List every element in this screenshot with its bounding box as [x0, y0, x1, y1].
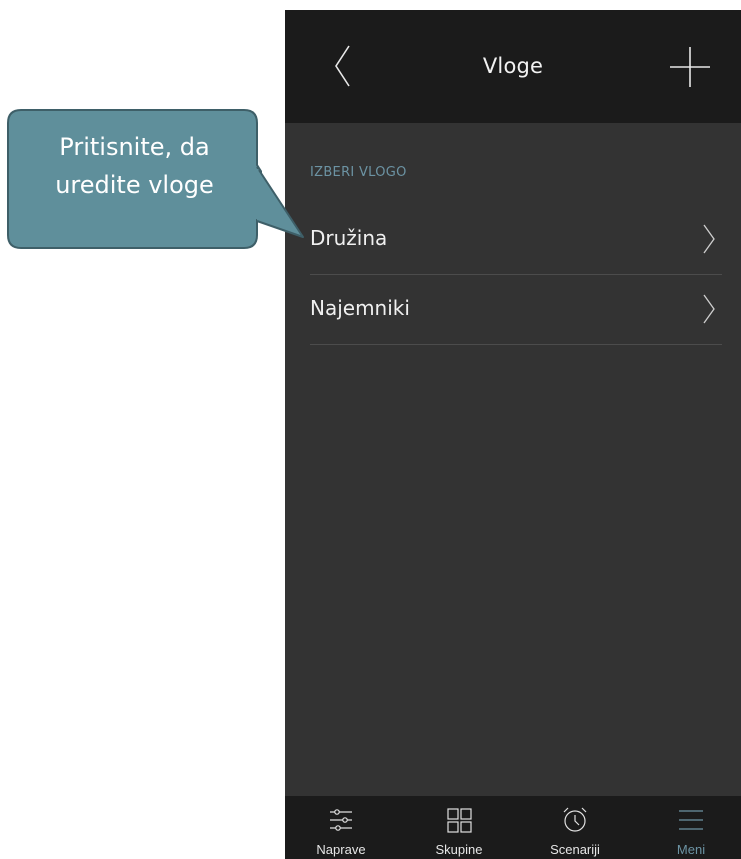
- tab-meni[interactable]: Meni: [641, 796, 741, 859]
- role-label: Najemniki: [310, 296, 410, 320]
- tab-scenariji[interactable]: Scenariji: [525, 796, 625, 859]
- tab-label: Meni: [676, 842, 706, 857]
- section-label: IZBERI VLOGO: [310, 165, 407, 180]
- menu-icon: [679, 810, 703, 830]
- plus-icon: [670, 47, 710, 87]
- tooltip-text: Pritisnite, da uredite vloge: [7, 128, 262, 204]
- role-label: Družina: [310, 226, 388, 250]
- tab-naprave[interactable]: Naprave: [291, 796, 391, 859]
- top-bar: Vloge: [285, 10, 741, 123]
- tooltip-line-2: uredite vloge: [55, 171, 214, 199]
- tab-label: Naprave: [316, 842, 366, 857]
- list-item-role[interactable]: Najemniki: [310, 274, 722, 345]
- list-item-role[interactable]: Družina: [310, 204, 722, 275]
- grid-icon: [447, 808, 472, 833]
- tab-label: Scenariji: [550, 842, 600, 857]
- bottom-tab-bar: Naprave Skupine Scenariji Meni: [285, 796, 741, 859]
- app-screen: Vloge IZBERI VLOGO Družina Najemniki Nap…: [285, 10, 741, 859]
- tooltip-line-1: Pritisnite, da: [59, 133, 210, 161]
- tab-skupine[interactable]: Skupine: [409, 796, 509, 859]
- tab-label: Skupine: [435, 842, 483, 857]
- add-role-button[interactable]: [669, 46, 711, 88]
- sliders-icon: [330, 809, 352, 831]
- chevron-right-icon: [703, 294, 715, 324]
- chevron-right-icon: [703, 224, 715, 254]
- alarm-clock-icon: [563, 807, 587, 832]
